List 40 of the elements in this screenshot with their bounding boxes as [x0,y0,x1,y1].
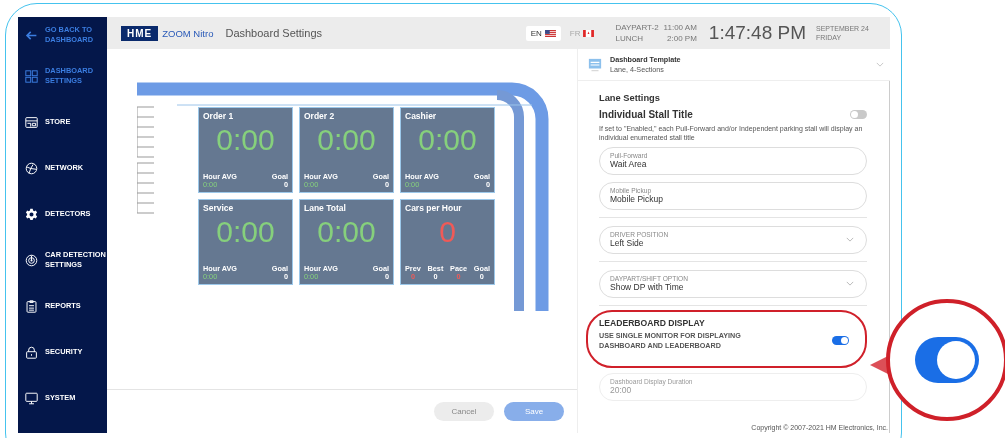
tile-value: 0:00 [316,214,377,250]
chevron-down-icon [846,237,854,243]
product-name: ZOOM Nitro [162,27,214,39]
setting-title: LEADERBOARD DISPLAY [599,317,706,328]
template-icon [588,57,602,72]
tile-value: 0:00 [215,214,276,250]
tile-title: Lane Total [304,203,347,213]
radar-icon [25,253,38,267]
toggle-switch[interactable] [832,336,849,346]
tile-value: 0:00 [316,122,377,158]
settings-icon [25,207,38,221]
logo: HME [121,25,159,41]
flag-icon [544,29,556,37]
tile-value: 0:00 [417,122,478,158]
lock-icon [25,345,38,359]
grid-icon [25,69,38,83]
clock: 1:47:48 PM [708,22,806,44]
daypart-start: 11:00 AM [663,21,697,33]
tile-title: Order 1 [203,111,235,121]
tile-value: 0:00 [215,122,276,158]
daypart-end: 2:00 PM [666,33,697,45]
page-title: Dashboard Settings [225,27,323,39]
toggle-switch[interactable] [850,110,867,119]
tile-title: Order 2 [304,111,336,121]
daypart-name: DAYPART-2 [615,21,659,33]
chevron-down-icon [876,62,884,67]
tile-title: Cashier [405,111,438,121]
section-heading: Lane Settings [599,93,661,103]
daypart-meal: LUNCH [615,33,645,45]
clipboard-icon [25,299,38,313]
tile-value: 0 [438,214,457,250]
tile-title: Cars per Hour [405,203,463,213]
setting-title: Individual Stall Title [599,109,693,120]
flag-icon [583,29,595,37]
chevron-down-icon [846,281,854,287]
tile-title: Service [203,203,235,213]
globe-icon [25,161,38,175]
store-icon [25,115,38,129]
monitor-icon [25,391,38,405]
language-button[interactable]: EN [525,25,561,41]
